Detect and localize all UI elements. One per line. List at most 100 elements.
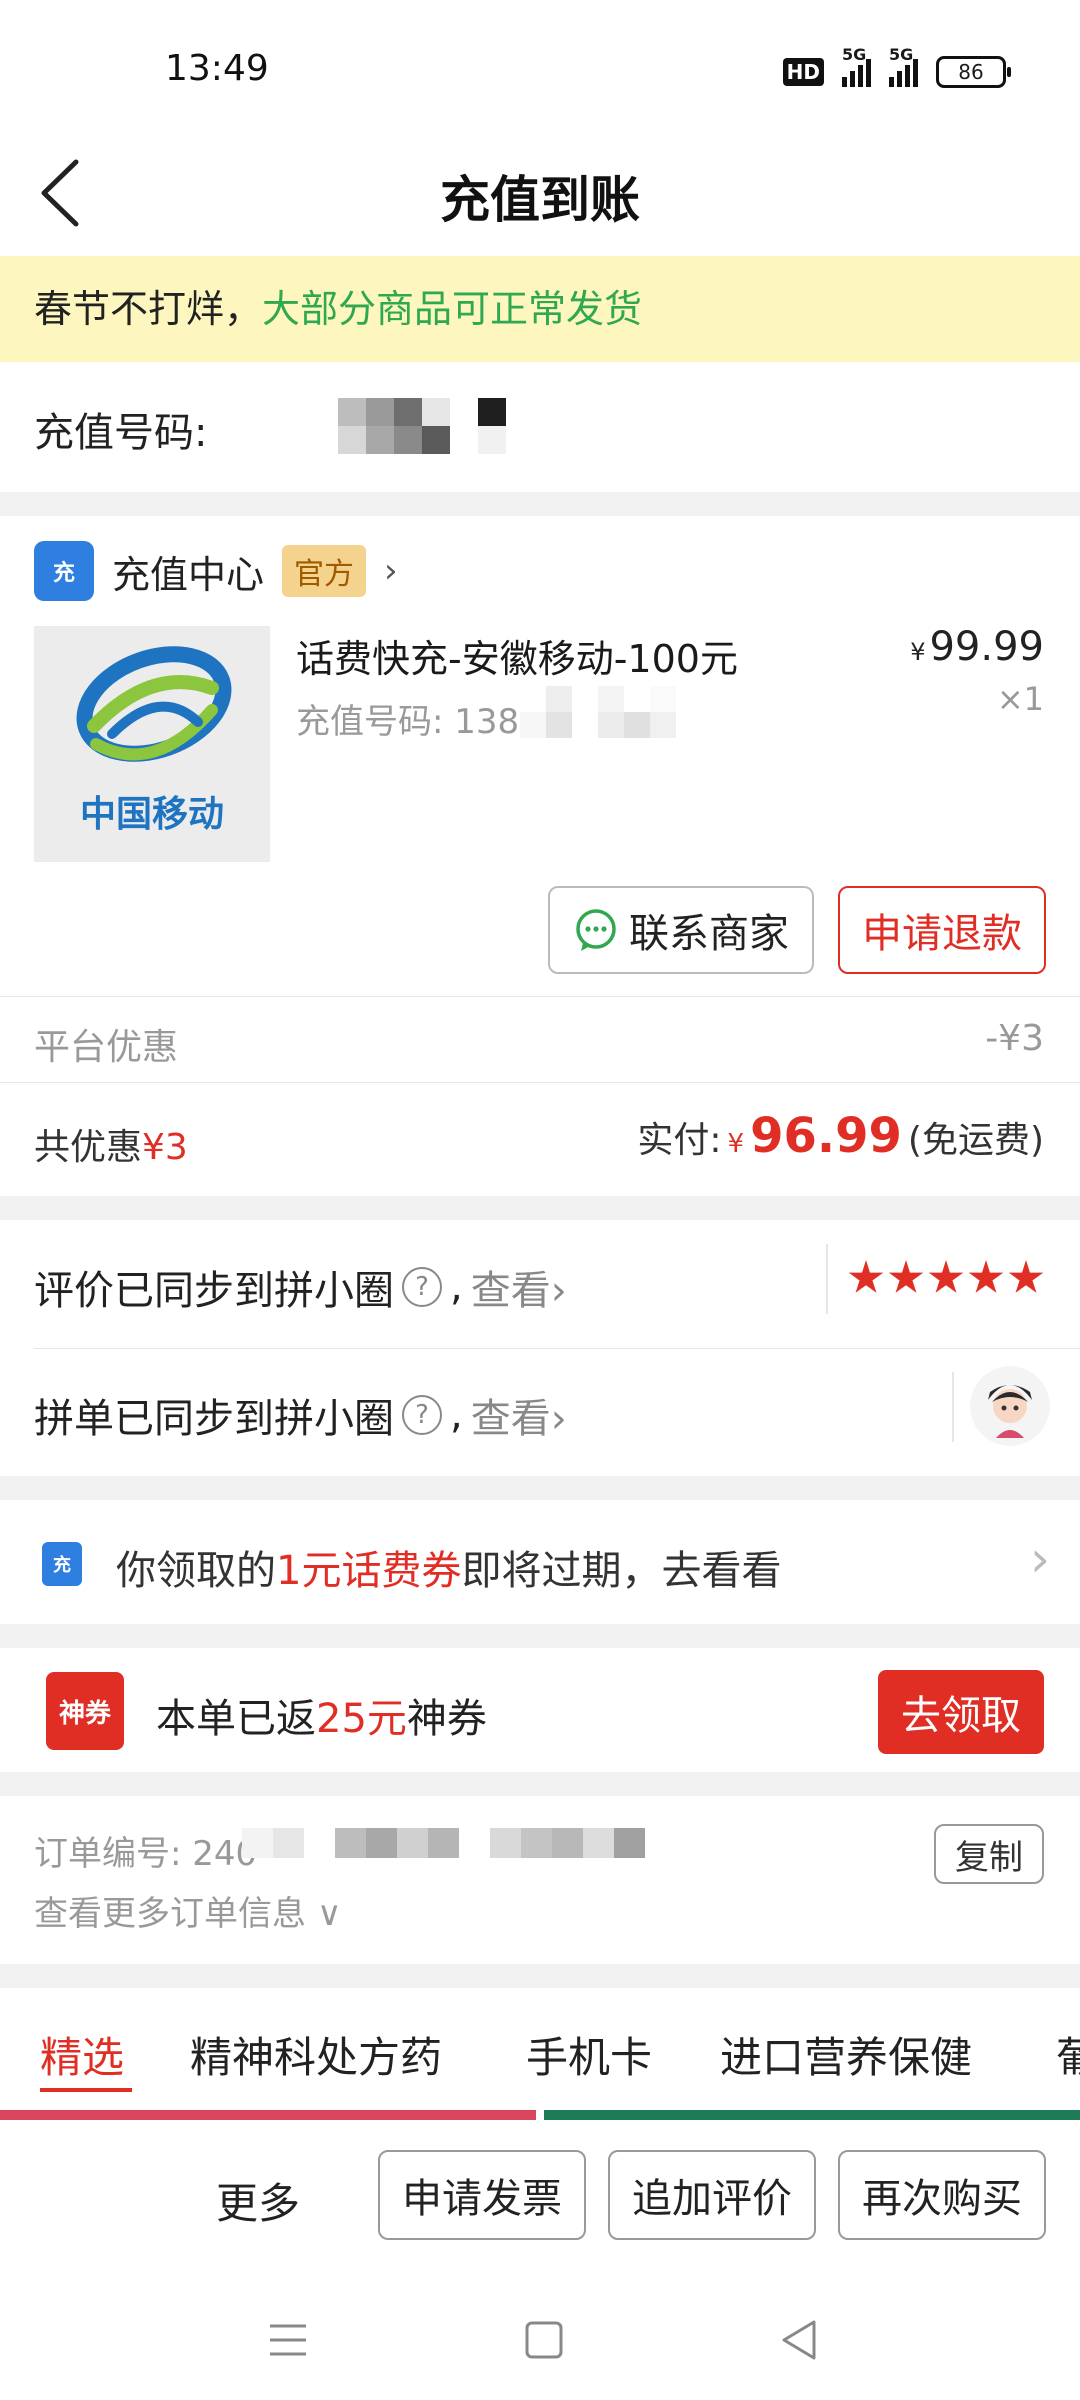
vertical-divider <box>826 1244 828 1314</box>
group-sync-row: 拼单已同步到拼小圈 ? , 查看› <box>0 1348 1080 1476</box>
star-icon <box>848 1260 884 1293</box>
more-info-label: 查看更多订单信息 <box>34 1894 306 1934</box>
coupon-suffix: 即将过期，去看看 <box>461 1548 782 1594</box>
recharge-center-icon: 充 <box>34 541 94 601</box>
shop-link[interactable]: 充 充值中心 官方 › <box>34 540 398 602</box>
status-bar: 13:49 HD 5G 5G 86 <box>0 0 1080 130</box>
saved-label: 共优惠 <box>34 1127 143 1168</box>
system-back-button[interactable] <box>770 2310 830 2370</box>
invoice-button[interactable]: 申请发票 <box>378 2150 586 2240</box>
tab-sim-card[interactable]: 手机卡 <box>526 2024 652 2085</box>
product-number-mosaic <box>520 686 676 738</box>
category-tabs: 精选 精神科处方药 手机卡 进口营养保健 葡 <box>0 1988 1080 2106</box>
social-sync-card: 评价已同步到拼小圈 ? , 查看› 拼单已同步到拼小圈 ? , 查看› <box>0 1220 1080 1476</box>
chevron-right-icon: › <box>1030 1530 1050 1588</box>
rating-stars <box>848 1260 1044 1296</box>
help-icon[interactable]: ? <box>402 1395 442 1435</box>
nav-bar: 充值到账 <box>0 130 1080 256</box>
product-title[interactable]: 话费快充-安徽移动-100元 <box>296 628 738 683</box>
page-title: 充值到账 <box>440 171 640 229</box>
menu-icon <box>270 2324 306 2356</box>
discount-label: 平台优惠 <box>34 1027 179 1068</box>
product-recharge-number: 充值号码: 138 <box>296 702 520 742</box>
bonus-suffix: 神券 <box>406 1696 487 1742</box>
recharge-number-mosaic <box>338 398 506 454</box>
discount-value: -¥3 <box>985 1018 1044 1059</box>
total-paid: 实付: ¥ 96.99 (免运费) <box>637 1108 1044 1164</box>
contact-seller-label: 联系商家 <box>629 911 789 957</box>
home-button[interactable] <box>514 2310 574 2370</box>
signal-label: 5G <box>842 45 867 64</box>
coupon-prefix: 你领取的 <box>116 1548 276 1594</box>
tab-imported-supplements[interactable]: 进口营养保健 <box>720 2024 972 2085</box>
signal-icon: 5G <box>842 45 871 87</box>
separator: , <box>450 1392 463 1438</box>
group-sync-text: 拼单已同步到拼小圈 ? , 查看› <box>34 1386 567 1444</box>
super-coupon-icon: 神券 <box>46 1672 124 1750</box>
coupon-highlight: 1元话费券 <box>276 1548 462 1594</box>
paid-label: 实付: <box>637 1120 722 1161</box>
notice-banner: 春节不打烊，大部分商品可正常发货 <box>0 256 1080 362</box>
star-icon <box>888 1260 924 1293</box>
view-group-link[interactable]: 查看› <box>471 1386 567 1444</box>
section-gap <box>0 1964 1080 1988</box>
star-icon <box>1008 1260 1044 1293</box>
platform-discount-row: 平台优惠 -¥3 <box>0 1000 1080 1082</box>
price-value: 99.99 <box>929 624 1044 670</box>
shipping-note: (免运费) <box>907 1120 1044 1161</box>
tab-overflow[interactable]: 葡 <box>1056 2024 1080 2085</box>
shop-name: 充值中心 <box>112 552 265 597</box>
tab-psychiatric-rx[interactable]: 精神科处方药 <box>190 2024 442 2085</box>
recent-apps-button[interactable] <box>258 2310 318 2370</box>
product-quantity: ×1 <box>996 680 1044 718</box>
contact-seller-button[interactable]: 联系商家 <box>548 886 814 974</box>
signal-label-2: 5G <box>889 45 914 64</box>
banner-strip <box>0 2110 1080 2120</box>
add-review-button[interactable]: 追加评价 <box>608 2150 816 2240</box>
star-icon <box>968 1260 1004 1293</box>
china-mobile-logo: 中国移动 <box>76 646 232 835</box>
coupon-reminder-row[interactable]: 充 你领取的1元话费券即将过期，去看看 › <box>0 1500 1080 1624</box>
claim-button[interactable]: 去领取 <box>878 1670 1044 1754</box>
battery-icon: 86 <box>936 56 1011 88</box>
avatar[interactable] <box>970 1366 1050 1446</box>
back-triangle-icon <box>782 2320 816 2360</box>
hd-voice-icon: HD <box>782 58 824 86</box>
notice-prefix: 春节不打烊， <box>34 287 263 331</box>
refund-button[interactable]: 申请退款 <box>838 886 1046 974</box>
buy-again-button[interactable]: 再次购买 <box>838 2150 1046 2240</box>
section-gap <box>0 492 1080 516</box>
status-time: 13:49 <box>165 48 269 89</box>
tab-featured[interactable]: 精选 <box>40 2024 124 2085</box>
order-number: 订单编号: 240 <box>34 1834 258 1874</box>
more-order-info-link[interactable]: 查看更多订单信息 ∨ <box>34 1886 342 1935</box>
section-gap <box>0 1476 1080 1500</box>
price-currency: ¥ <box>910 638 926 666</box>
product-price: ¥99.99 <box>910 624 1044 670</box>
copy-button[interactable]: 复制 <box>934 1824 1044 1884</box>
order-info-card: 订单编号: 240 复制 查看更多订单信息 ∨ <box>0 1796 1080 1964</box>
paid-currency: ¥ <box>727 1129 745 1159</box>
separator: , <box>450 1264 463 1310</box>
view-review-link[interactable]: 查看› <box>471 1258 567 1316</box>
help-icon[interactable]: ? <box>402 1267 442 1307</box>
paid-amount: 96.99 <box>750 1108 902 1164</box>
more-button[interactable]: 更多 <box>216 2170 300 2231</box>
star-icon <box>928 1260 964 1293</box>
recharge-number-row: 充值号码: <box>0 362 1080 492</box>
bonus-highlight: 25元 <box>316 1696 407 1742</box>
active-tab-indicator <box>40 2088 132 2092</box>
group-sync-label: 拼单已同步到拼小圈 <box>34 1396 394 1442</box>
view-link-label: 查看 <box>470 1396 551 1442</box>
saved-value: ¥3 <box>142 1127 188 1168</box>
review-sync-label: 评价已同步到拼小圈 <box>34 1268 394 1314</box>
bonus-text: 本单已返25元神券 <box>156 1686 487 1744</box>
system-navigation-bar <box>0 2280 1080 2400</box>
order-number-mosaic <box>242 1828 676 1858</box>
product-image[interactable]: 中国移动 <box>34 626 270 862</box>
avatar-image <box>970 1366 1050 1446</box>
review-sync-text: 评价已同步到拼小圈 ? , 查看› <box>34 1258 567 1316</box>
divider <box>0 996 1080 997</box>
total-row: 共优惠¥3 实付: ¥ 96.99 (免运费) <box>0 1082 1080 1196</box>
notice-highlight: 大部分商品可正常发货 <box>262 287 643 331</box>
